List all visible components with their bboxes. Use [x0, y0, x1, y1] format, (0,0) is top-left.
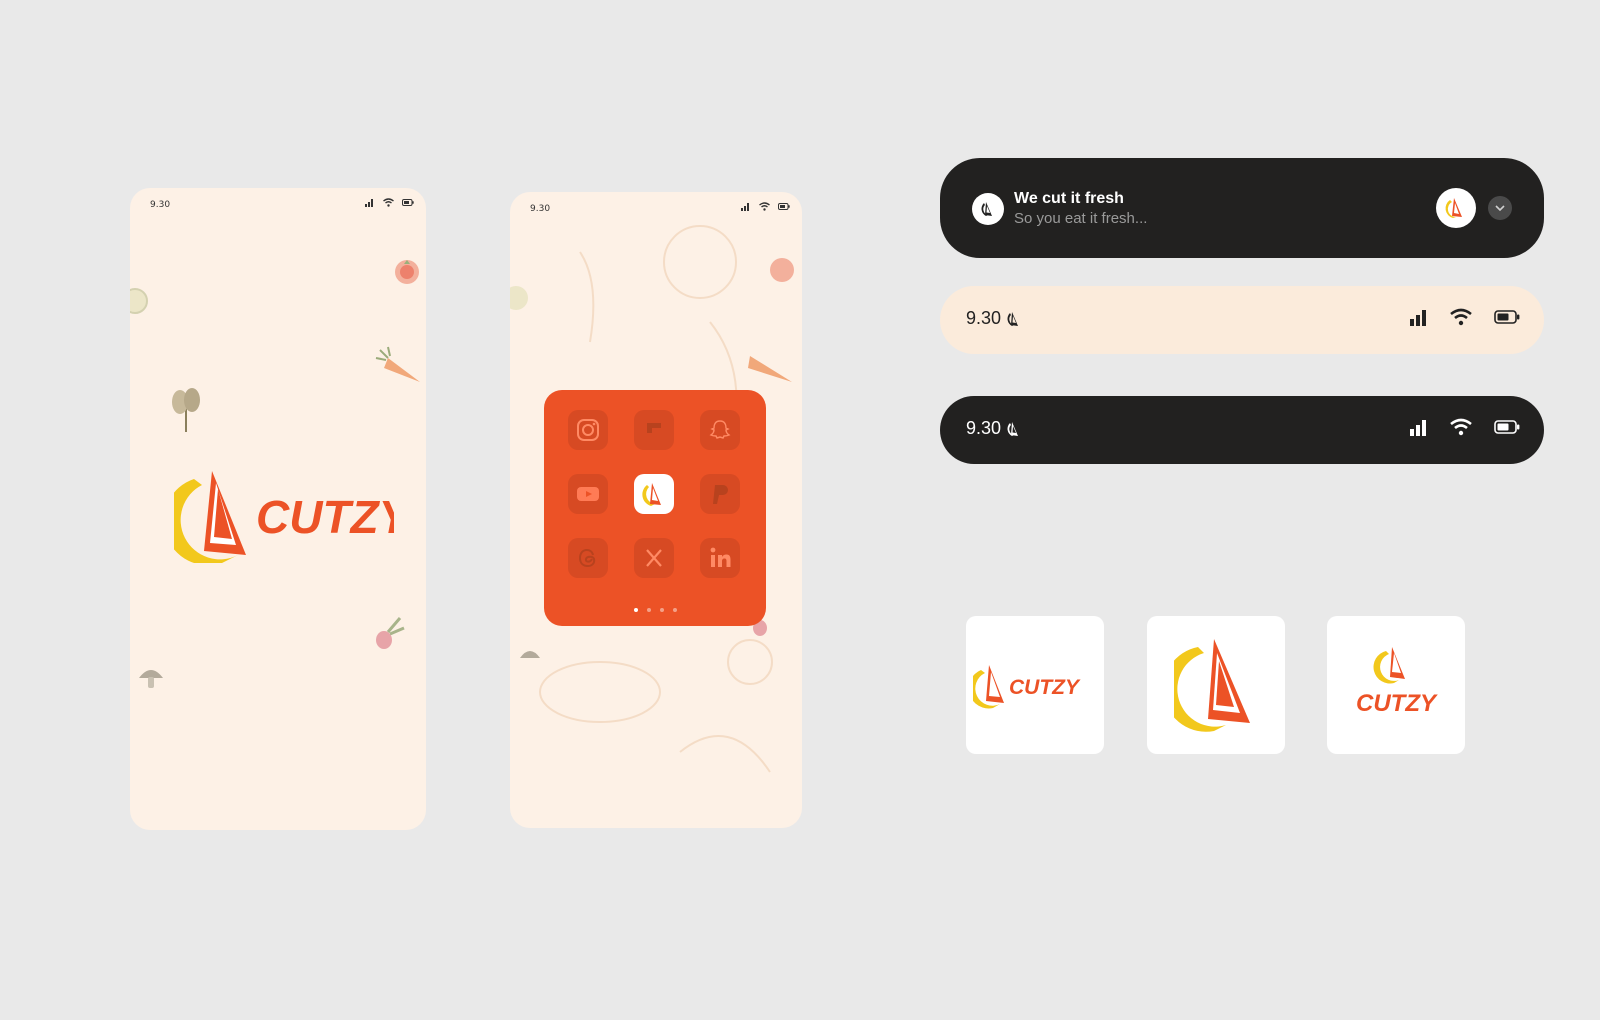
notification-banner[interactable]: We cut it fresh So you eat it fresh...	[940, 158, 1544, 258]
wifi-icon	[383, 198, 394, 207]
cutzy-logo: CUTZY	[973, 665, 1081, 709]
status-bar-dark: 9.30	[940, 396, 1544, 464]
mushroom-illustration	[139, 670, 163, 688]
logo-tile-stacked: CUTZY	[1327, 616, 1465, 754]
cutzy-mini-icon	[1007, 421, 1019, 436]
paypal-icon[interactable]	[700, 474, 740, 514]
status-icons	[1410, 308, 1520, 326]
flipboard-icon[interactable]	[634, 410, 674, 450]
status-time: 9.30	[966, 308, 1002, 328]
signal-icon	[1410, 310, 1426, 326]
signal-icon	[1410, 420, 1426, 436]
youtube-icon[interactable]	[568, 474, 608, 514]
chevron-down-icon[interactable]	[1488, 196, 1512, 220]
battery-icon	[1494, 310, 1520, 324]
linkedin-icon[interactable]	[700, 538, 740, 578]
logo-tile-horizontal: CUTZY	[966, 616, 1104, 754]
status-time-group: 9.30	[966, 418, 1022, 439]
status-icons	[365, 198, 414, 207]
home-screen: 9.30	[510, 192, 802, 828]
status-time: 9.30	[150, 200, 171, 210]
battery-icon	[1494, 420, 1520, 434]
status-time-group: 9.30	[966, 308, 1022, 329]
signal-icon	[365, 199, 373, 207]
cutzy-symbol-icon	[1174, 639, 1250, 732]
radish-illustration	[376, 617, 405, 649]
page-indicator	[544, 608, 766, 612]
cutzy-app-icon[interactable]	[634, 474, 674, 514]
wifi-icon	[1450, 418, 1472, 436]
tomato-illustration	[395, 260, 419, 284]
wifi-icon	[1450, 308, 1472, 326]
page-dot	[659, 608, 664, 612]
battery-icon	[402, 199, 414, 206]
splash-screen: 9.30 CUTZY	[130, 188, 426, 830]
cutzy-mini-icon	[1007, 311, 1019, 326]
status-icons	[1410, 418, 1520, 436]
logo-wordmark: CUTZY	[256, 491, 394, 543]
cutzy-badge-icon	[972, 193, 1004, 225]
cutzy-logo: CUTZY	[174, 471, 394, 563]
herb-illustration	[172, 388, 200, 432]
threads-icon[interactable]	[568, 538, 608, 578]
logo-wordmark: CUTZY	[1009, 676, 1081, 699]
instagram-icon[interactable]	[568, 410, 608, 450]
page-dot	[646, 608, 651, 612]
logo-tile-symbol	[1147, 616, 1285, 754]
cucumber-slice-illustration	[130, 288, 148, 314]
notification-subtitle: So you eat it fresh...	[1014, 210, 1148, 227]
notification-title: We cut it fresh	[1014, 190, 1124, 207]
cutzy-avatar-icon	[1436, 188, 1476, 228]
carrot-illustration	[375, 346, 420, 382]
page-dot	[633, 608, 638, 612]
snapchat-icon[interactable]	[700, 410, 740, 450]
cutzy-logo: CUTZY	[1356, 647, 1438, 717]
x-icon[interactable]	[634, 538, 674, 578]
app-folder[interactable]	[544, 390, 766, 626]
status-bar-light: 9.30	[940, 286, 1544, 354]
status-time: 9.30	[966, 418, 1002, 438]
page-dot	[672, 608, 677, 612]
logo-wordmark: CUTZY	[1356, 690, 1438, 717]
